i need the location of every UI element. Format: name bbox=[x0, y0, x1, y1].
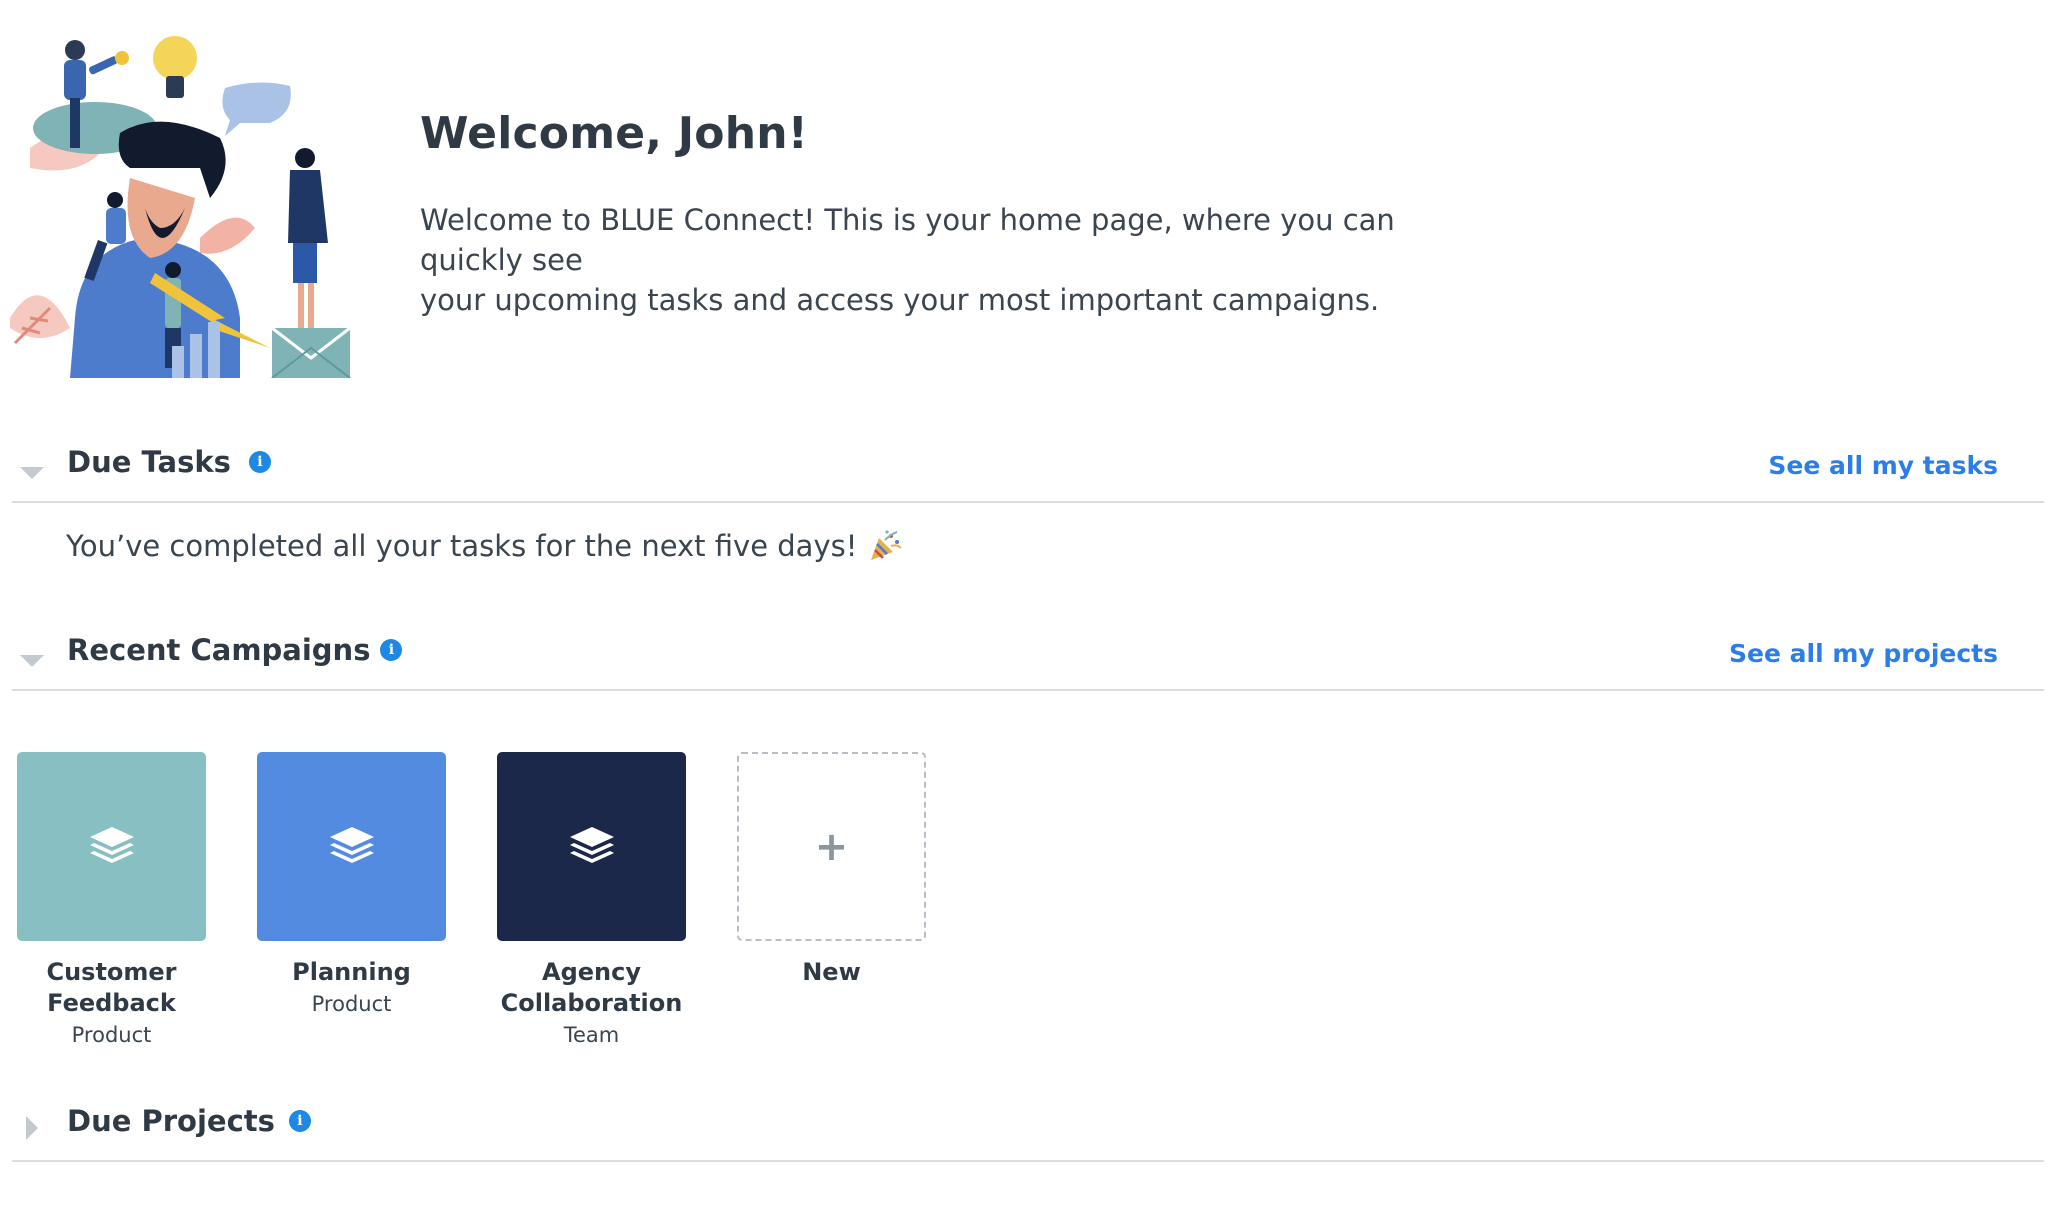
plus-icon: + bbox=[814, 823, 849, 870]
recent-campaigns-title: Recent Campaigns i bbox=[67, 633, 403, 667]
campaign-name-line-1: Planning bbox=[292, 958, 411, 986]
campaign-name[interactable]: Customer Feedback bbox=[2, 957, 222, 1019]
layers-icon bbox=[329, 826, 374, 863]
section-divider bbox=[12, 689, 2044, 691]
campaign-tile[interactable]: Planning Product bbox=[257, 752, 446, 1047]
due-tasks-header[interactable]: Due Tasks i See all my tasks bbox=[12, 443, 2044, 503]
info-icon[interactable]: i bbox=[288, 1110, 311, 1132]
party-popper-icon bbox=[871, 530, 903, 560]
new-campaign-tile[interactable]: + New bbox=[737, 752, 926, 1047]
welcome-intro-line-1: Welcome to BLUE Connect! This is your ho… bbox=[420, 203, 1395, 277]
due-projects-title: Due Projects i bbox=[67, 1104, 311, 1138]
info-icon[interactable]: i bbox=[380, 639, 403, 661]
expand-caret-icon[interactable] bbox=[26, 1116, 38, 1140]
welcome-hero: Welcome, John! Welcome to BLUE Connect! … bbox=[0, 0, 2052, 400]
recent-campaigns-section: Recent Campaigns i See all my projects bbox=[12, 631, 2044, 691]
campaign-type: Product bbox=[311, 992, 392, 1016]
layers-icon bbox=[569, 826, 614, 863]
campaign-name-line-1: Agency bbox=[542, 958, 641, 986]
tasks-complete-message: You’ve completed all your tasks for the … bbox=[66, 528, 903, 564]
welcome-illustration bbox=[10, 36, 351, 378]
due-projects-header[interactable]: Due Projects i bbox=[12, 1102, 2044, 1162]
campaign-type: Product bbox=[71, 1023, 152, 1047]
campaign-name[interactable]: Agency Collaboration bbox=[482, 957, 702, 1019]
recent-campaigns-title-text: Recent Campaigns bbox=[67, 633, 371, 667]
campaign-name[interactable]: Planning bbox=[242, 957, 462, 988]
campaign-tile[interactable]: Agency Collaboration Team bbox=[497, 752, 686, 1047]
see-all-projects-link[interactable]: See all my projects bbox=[1729, 639, 1998, 668]
section-divider bbox=[12, 1160, 2044, 1162]
tasks-complete-text: You’ve completed all your tasks for the … bbox=[66, 529, 858, 563]
due-projects-title-text: Due Projects bbox=[67, 1104, 275, 1138]
new-campaign-label[interactable]: New bbox=[722, 957, 942, 988]
info-icon[interactable]: i bbox=[248, 451, 271, 473]
due-tasks-title: Due Tasks i bbox=[67, 445, 271, 479]
campaign-name-line-1: Customer bbox=[46, 958, 177, 986]
welcome-intro: Welcome to BLUE Connect! This is your ho… bbox=[420, 200, 1460, 320]
campaign-tile-thumbnail[interactable] bbox=[257, 752, 446, 941]
due-tasks-section: Due Tasks i See all my tasks bbox=[12, 443, 2044, 503]
see-all-tasks-link[interactable]: See all my tasks bbox=[1768, 451, 1998, 480]
section-divider bbox=[12, 501, 2044, 503]
new-campaign-button[interactable]: + bbox=[737, 752, 926, 941]
campaign-name-line-2: Feedback bbox=[47, 989, 176, 1017]
due-projects-section: Due Projects i bbox=[12, 1102, 2044, 1162]
collapse-caret-icon[interactable] bbox=[20, 655, 44, 667]
campaign-tile[interactable]: Customer Feedback Product bbox=[17, 752, 206, 1047]
welcome-title: Welcome, John! bbox=[420, 108, 809, 159]
due-tasks-title-text: Due Tasks bbox=[67, 445, 231, 479]
campaign-type: Team bbox=[563, 1023, 620, 1047]
recent-campaigns-header[interactable]: Recent Campaigns i See all my projects bbox=[12, 631, 2044, 691]
campaign-tile-thumbnail[interactable] bbox=[497, 752, 686, 941]
campaign-tile-thumbnail[interactable] bbox=[17, 752, 206, 941]
welcome-intro-line-2: your upcoming tasks and access your most… bbox=[420, 283, 1380, 317]
campaign-name-line-2: Collaboration bbox=[500, 989, 683, 1017]
collapse-caret-icon[interactable] bbox=[20, 467, 44, 479]
campaign-tiles: Customer Feedback Product Planning Produ… bbox=[17, 752, 926, 1047]
layers-icon bbox=[89, 826, 134, 863]
